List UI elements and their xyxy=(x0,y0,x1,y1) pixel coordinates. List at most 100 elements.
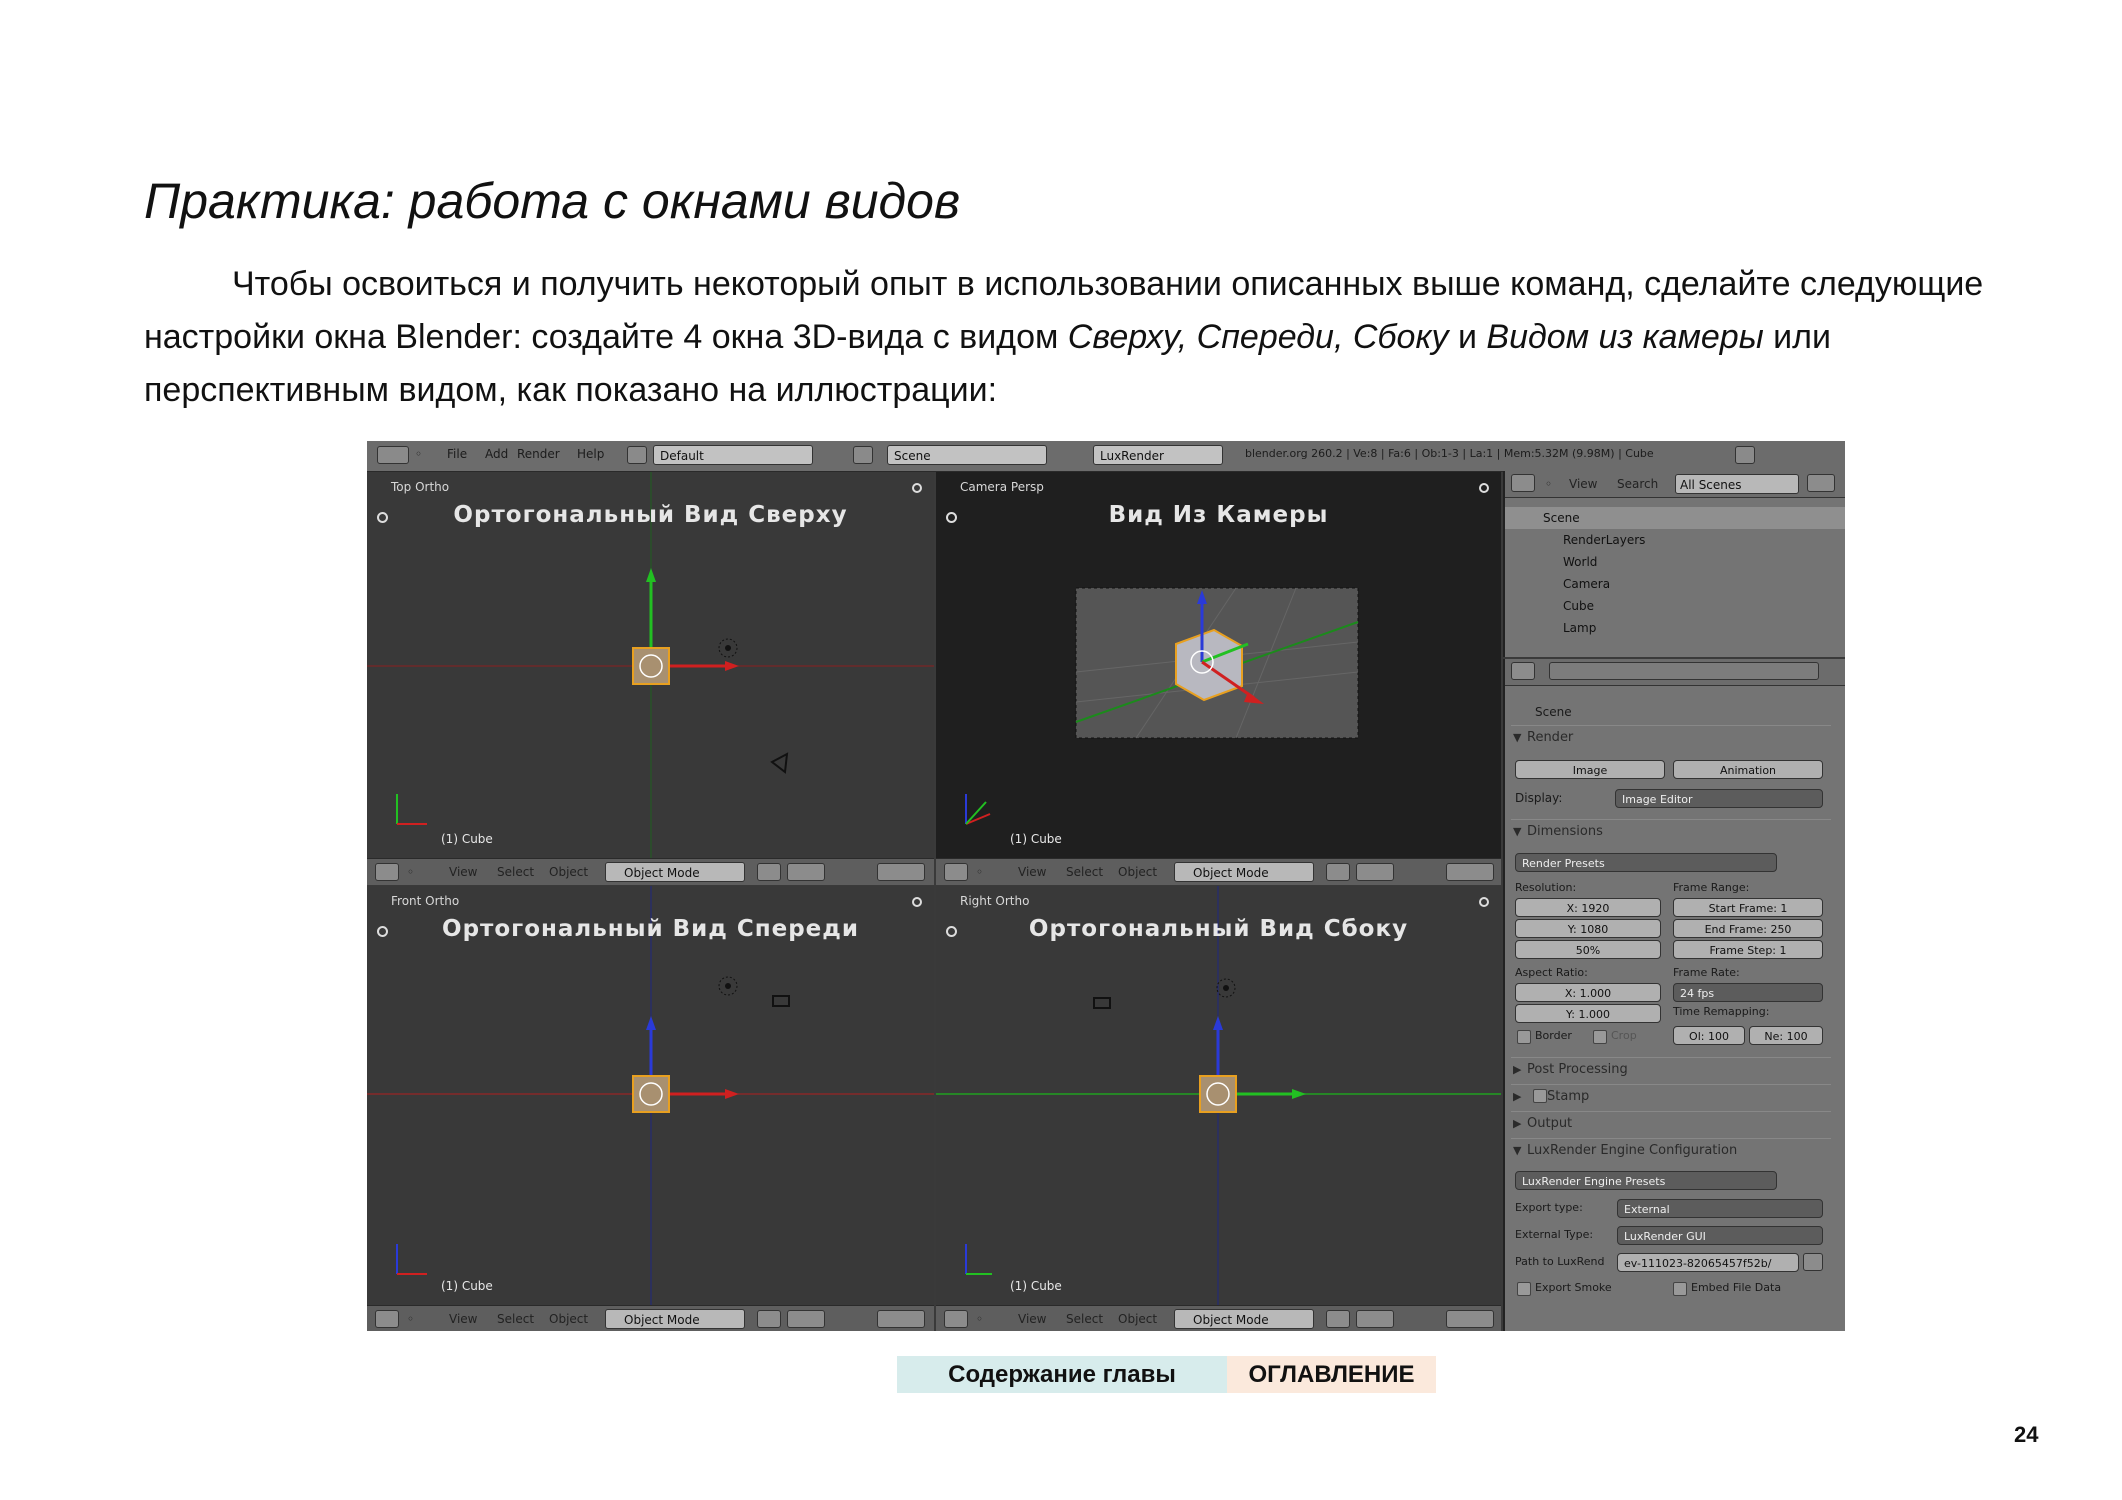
outliner-item[interactable]: Cube xyxy=(1505,595,1845,617)
remap-new-field[interactable]: Ne: 100 xyxy=(1749,1026,1823,1045)
res-y-field[interactable]: Y: 1080 xyxy=(1515,919,1661,938)
export-type-select[interactable]: External xyxy=(1617,1199,1823,1218)
scene-icon[interactable] xyxy=(853,446,873,464)
end-frame-field[interactable]: End Frame: 250 xyxy=(1673,919,1823,938)
select-menu[interactable]: Select xyxy=(497,865,534,879)
editor-type-icon[interactable] xyxy=(1511,474,1535,492)
embed-file-checkbox[interactable] xyxy=(1673,1282,1687,1296)
editor-type-icon[interactable] xyxy=(375,863,399,881)
manipulator-icon[interactable] xyxy=(877,1310,925,1328)
editor-type-icon[interactable] xyxy=(944,1310,968,1328)
screenshot-icon[interactable] xyxy=(1735,446,1755,464)
lux-presets-select[interactable]: LuxRender Engine Presets xyxy=(1515,1171,1777,1190)
aspect-y-field[interactable]: Y: 1.000 xyxy=(1515,1004,1661,1023)
object-menu[interactable]: Object xyxy=(549,865,588,879)
path-field[interactable]: ev-111023-82065457f52b/ xyxy=(1617,1253,1799,1272)
frame-step-field[interactable]: Frame Step: 1 xyxy=(1673,940,1823,959)
outliner-filter-select[interactable]: All Scenes xyxy=(1675,474,1799,494)
border-checkbox[interactable] xyxy=(1517,1030,1531,1044)
pivot-icon[interactable] xyxy=(787,863,825,881)
res-x-field[interactable]: X: 1920 xyxy=(1515,898,1661,917)
res-percent-field[interactable]: 50% xyxy=(1515,940,1661,959)
viewport-corner-icon[interactable] xyxy=(912,483,922,493)
object-menu[interactable]: Object xyxy=(1118,1312,1157,1326)
layout-icon[interactable] xyxy=(627,446,647,464)
outliner-item[interactable]: RenderLayers xyxy=(1505,529,1845,551)
object-menu[interactable]: Object xyxy=(549,1312,588,1326)
manipulator-icon[interactable] xyxy=(1446,863,1494,881)
post-processing-section[interactable]: ▶ Post Processing xyxy=(1511,1057,1831,1082)
object-menu[interactable]: Object xyxy=(1118,865,1157,879)
outliner-item[interactable]: Lamp xyxy=(1505,617,1845,639)
viewport-top[interactable]: Top Ortho Ортогональный Вид Сверху (1) C… xyxy=(367,472,934,858)
search-icon[interactable] xyxy=(1807,474,1835,492)
engine-select[interactable]: LuxRender xyxy=(1093,445,1223,465)
pivot-icon[interactable] xyxy=(1356,1310,1394,1328)
blender-logo-icon[interactable] xyxy=(377,446,409,464)
viewport-header-front: ◦ View Select Object Object Mode xyxy=(367,1305,934,1331)
editor-type-icon[interactable] xyxy=(944,863,968,881)
aspect-x-field[interactable]: X: 1.000 xyxy=(1515,983,1661,1002)
cube-object xyxy=(632,647,670,685)
render-presets-select[interactable]: Render Presets xyxy=(1515,853,1777,872)
manipulator-icon[interactable] xyxy=(1446,1310,1494,1328)
menu-add[interactable]: Add xyxy=(485,447,508,461)
outliner-item[interactable]: Scene xyxy=(1505,507,1845,529)
select-menu[interactable]: Select xyxy=(1066,865,1103,879)
editor-type-icon[interactable] xyxy=(1511,662,1535,680)
select-menu[interactable]: Select xyxy=(497,1312,534,1326)
output-section[interactable]: ▶ Output xyxy=(1511,1111,1831,1136)
menu-file[interactable]: File xyxy=(447,447,467,461)
mode-select[interactable]: Object Mode xyxy=(1174,1309,1314,1329)
frame-rate-select[interactable]: 24 fps xyxy=(1673,983,1823,1002)
view-menu[interactable]: View xyxy=(449,1312,477,1326)
viewport-corner-icon[interactable] xyxy=(1479,897,1489,907)
external-type-select[interactable]: LuxRender GUI xyxy=(1617,1226,1823,1245)
dimensions-section[interactable]: ▼ Dimensions xyxy=(1511,819,1831,844)
shading-icon[interactable] xyxy=(1326,1310,1350,1328)
view-menu[interactable]: View xyxy=(1018,1312,1046,1326)
mode-select[interactable]: Object Mode xyxy=(1174,862,1314,882)
context-tabs[interactable] xyxy=(1549,662,1819,680)
display-select[interactable]: Image Editor xyxy=(1615,789,1823,808)
viewport-corner-icon[interactable] xyxy=(1479,483,1489,493)
remap-old-field[interactable]: Ol: 100 xyxy=(1673,1026,1745,1045)
menu-help[interactable]: Help xyxy=(577,447,604,461)
layout-select[interactable]: Default xyxy=(653,445,813,465)
render-image-button[interactable]: Image xyxy=(1515,760,1665,779)
viewport-front[interactable]: Front Ortho Ортогональный Вид Спереди (1… xyxy=(367,886,934,1305)
stamp-section[interactable]: ▶ Stamp xyxy=(1511,1084,1831,1109)
outliner-view-menu[interactable]: View xyxy=(1569,477,1597,491)
outliner-item[interactable]: Camera xyxy=(1505,573,1845,595)
manipulator-icon[interactable] xyxy=(877,863,925,881)
viewport-camera[interactable]: Camera Persp Вид Из Камеры (1) Cube xyxy=(936,472,1501,858)
toc-link[interactable]: ОГЛАВЛЕНИЕ xyxy=(1227,1356,1436,1393)
outliner-item[interactable]: World xyxy=(1505,551,1845,573)
shading-icon[interactable] xyxy=(757,1310,781,1328)
viewport-right[interactable]: Right Ortho Ортогональный Вид Сбоку (1) … xyxy=(936,886,1501,1305)
pivot-icon[interactable] xyxy=(787,1310,825,1328)
scene-select[interactable]: Scene xyxy=(887,445,1047,465)
render-section[interactable]: ▼ Render xyxy=(1511,725,1831,750)
mode-select[interactable]: Object Mode xyxy=(605,1309,745,1329)
export-smoke-checkbox[interactable] xyxy=(1517,1282,1531,1296)
render-animation-button[interactable]: Animation xyxy=(1673,760,1823,779)
view-menu[interactable]: View xyxy=(449,865,477,879)
viewport-corner-icon[interactable] xyxy=(912,897,922,907)
chapter-contents-link[interactable]: Содержание главы xyxy=(897,1356,1227,1393)
shading-icon[interactable] xyxy=(1326,863,1350,881)
pivot-icon[interactable] xyxy=(1356,863,1394,881)
stamp-checkbox[interactable] xyxy=(1533,1089,1547,1103)
editor-type-icon[interactable] xyxy=(375,1310,399,1328)
crop-checkbox[interactable] xyxy=(1593,1030,1607,1044)
select-menu[interactable]: Select xyxy=(1066,1312,1103,1326)
menu-render[interactable]: Render xyxy=(517,447,560,461)
luxrender-config-section[interactable]: ▼ LuxRender Engine Configuration xyxy=(1511,1138,1831,1163)
mode-select[interactable]: Object Mode xyxy=(605,862,745,882)
menu-dot-icon: ◦ xyxy=(407,865,415,879)
outliner-search-menu[interactable]: Search xyxy=(1617,477,1658,491)
folder-icon[interactable] xyxy=(1803,1253,1823,1271)
view-menu[interactable]: View xyxy=(1018,865,1046,879)
shading-icon[interactable] xyxy=(757,863,781,881)
start-frame-field[interactable]: Start Frame: 1 xyxy=(1673,898,1823,917)
